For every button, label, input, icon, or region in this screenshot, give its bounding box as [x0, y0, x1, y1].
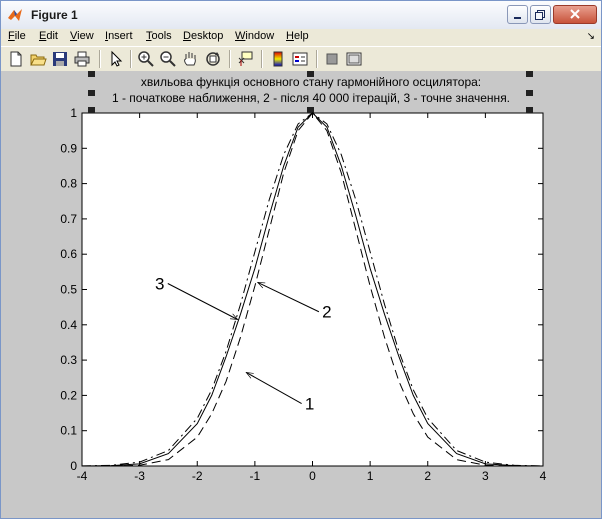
pan-hand-icon[interactable]: [181, 50, 199, 68]
annotation-label-3: 3: [155, 275, 164, 294]
menu-window[interactable]: Window: [235, 30, 274, 42]
y-tick-label: 0.8: [60, 177, 77, 191]
toolbar-separator: [316, 50, 318, 68]
legend-icon[interactable]: [291, 50, 309, 68]
toolbar-separator: [261, 50, 263, 68]
figure-canvas[interactable]: хвильова функція основного стану гармоні…: [1, 71, 601, 518]
show-plot-tools-icon[interactable]: [345, 50, 363, 68]
close-button[interactable]: [553, 5, 597, 24]
x-tick-label: 4: [540, 469, 547, 483]
zoom-in-icon[interactable]: [137, 50, 155, 68]
figure-window: Figure 1 File Edit View Insert Tools Des…: [0, 0, 602, 519]
window-title: Figure 1: [31, 8, 78, 22]
menu-edit[interactable]: Edit: [39, 30, 58, 42]
menu-insert[interactable]: Insert: [105, 30, 133, 42]
y-tick-label: 0.4: [60, 318, 77, 332]
save-icon[interactable]: [51, 50, 69, 68]
annotation-label-1: 1: [305, 395, 314, 414]
x-tick-label: 2: [424, 469, 431, 483]
menu-tools[interactable]: Tools: [146, 30, 172, 42]
x-tick-label: 0: [309, 469, 316, 483]
maximize-button[interactable]: [530, 5, 551, 24]
minimize-button[interactable]: [507, 5, 528, 24]
edit-plot-icon[interactable]: [107, 50, 125, 68]
x-tick-label: -3: [134, 469, 145, 483]
title-bar[interactable]: Figure 1: [1, 1, 601, 30]
data-cursor-icon[interactable]: [236, 50, 254, 68]
y-tick-label: 0.6: [60, 247, 77, 261]
rotate-3d-icon[interactable]: [204, 50, 222, 68]
chart-title-line2: 1 - початкове наближення, 2 - після 40 0…: [112, 91, 510, 105]
x-tick-label: 3: [482, 469, 489, 483]
print-icon[interactable]: [73, 50, 91, 68]
menu-view[interactable]: View: [70, 30, 94, 42]
new-figure-icon[interactable]: [7, 50, 25, 68]
open-file-icon[interactable]: [29, 50, 47, 68]
zoom-out-icon[interactable]: [159, 50, 177, 68]
colorbar-icon[interactable]: [269, 50, 287, 68]
y-tick-label: 0.9: [60, 141, 77, 155]
y-tick-label: 0.2: [60, 388, 77, 402]
y-tick-label: 1: [70, 106, 77, 120]
figure-toolbar: [1, 46, 601, 72]
menu-file[interactable]: File: [8, 30, 26, 42]
y-tick-label: 0.3: [60, 353, 77, 367]
x-tick-label: -4: [77, 469, 88, 483]
hide-plot-tools-icon[interactable]: [323, 50, 341, 68]
y-tick-label: 0.7: [60, 212, 77, 226]
menu-bar: File Edit View Insert Tools Desktop Wind…: [1, 29, 601, 45]
minimize-icon: [514, 17, 521, 19]
toolbar-separator: [130, 50, 132, 68]
matlab-icon: [8, 9, 22, 21]
menu-help[interactable]: Help: [286, 30, 309, 42]
y-tick-label: 0.1: [60, 424, 77, 438]
dock-arrow-icon[interactable]: ↘: [587, 31, 595, 42]
y-tick-label: 0: [70, 459, 77, 473]
close-icon: [570, 9, 580, 19]
chart-title-line1: хвильова функція основного стану гармоні…: [141, 75, 481, 89]
plot-svg: хвильова функція основного стану гармоні…: [60, 71, 547, 483]
menu-desktop[interactable]: Desktop: [183, 30, 223, 42]
x-tick-label: -1: [250, 469, 261, 483]
x-tick-label: 1: [367, 469, 374, 483]
x-tick-label: -2: [192, 469, 203, 483]
toolbar-separator: [229, 50, 231, 68]
y-tick-label: 0.5: [60, 283, 77, 297]
toolbar-separator: [99, 50, 101, 68]
restore-icon: [535, 10, 545, 20]
annotation-label-2: 2: [322, 303, 331, 322]
